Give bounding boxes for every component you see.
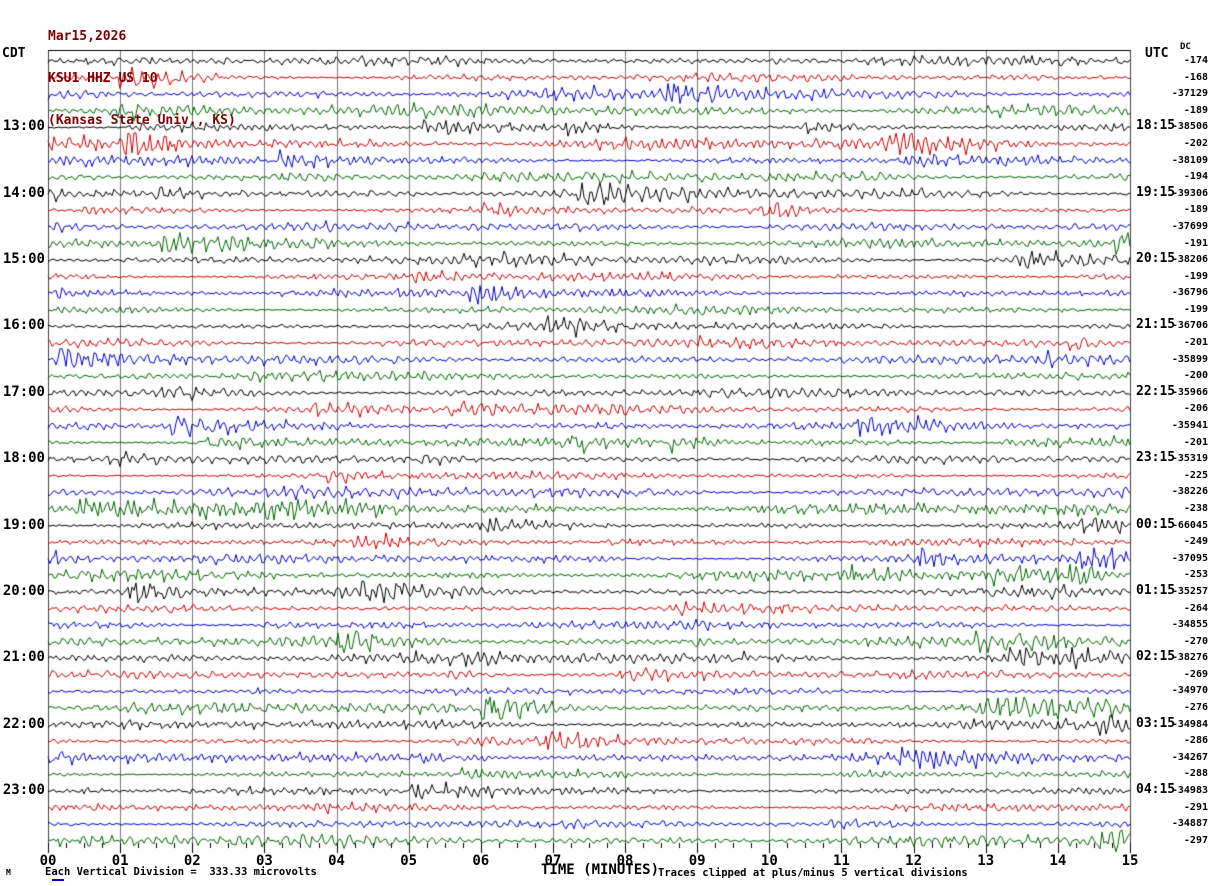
cdt-hour-label: 23:00	[2, 782, 45, 798]
dc-offset-value: -35319	[1171, 453, 1208, 465]
minute-tick-label: 14	[1049, 853, 1067, 869]
dc-offset-value: -264	[1183, 602, 1208, 614]
x-axis-title: TIME (MINUTES)	[540, 862, 660, 878]
dc-offset-value: -66045	[1171, 519, 1208, 531]
dc-offset-value: -199	[1183, 303, 1208, 315]
corner-glyph: M	[6, 868, 11, 877]
dc-offset-value: -38226	[1171, 486, 1208, 498]
dc-offset-value: -189	[1183, 204, 1208, 216]
dc-offset-value: -37129	[1171, 88, 1208, 100]
dc-offset-value: -34267	[1171, 751, 1208, 763]
dc-offset-value: -35899	[1171, 353, 1208, 365]
dc-offset-value: -291	[1183, 801, 1208, 813]
dc-offset-value: -269	[1183, 668, 1208, 680]
cdt-hour-label: 17:00	[2, 383, 45, 400]
dc-offset-value: -34855	[1171, 619, 1208, 631]
dc-offset-value: -35257	[1171, 585, 1208, 597]
trace-clipping-note: Traces clipped at plus/minus 5 vertical …	[658, 867, 968, 879]
minute-tick-label: 13	[977, 853, 995, 869]
station-location: (Kansas State Univ., KS)	[48, 113, 236, 128]
dc-offset-value: -174	[1183, 55, 1208, 66]
dc-offset-value: -253	[1183, 569, 1208, 581]
left-timezone-label: CDT	[2, 46, 26, 61]
dc-offset-value: -38276	[1171, 652, 1208, 664]
dc-offset-value: -194	[1183, 171, 1208, 183]
cdt-hour-label: 22:00	[2, 715, 45, 732]
dc-offset-value: -39306	[1171, 187, 1208, 199]
cdt-hour-label: 18:00	[2, 450, 45, 467]
cdt-hour-label: 19:00	[2, 516, 45, 533]
minute-tick-label: 06	[472, 853, 490, 869]
dc-offset-value: -270	[1183, 635, 1208, 647]
dc-offset-value: -38206	[1171, 254, 1208, 266]
dc-offset-value: -34983	[1171, 785, 1208, 796]
dc-offset-value: -201	[1183, 337, 1208, 349]
dc-offset-value: -202	[1183, 137, 1208, 149]
dc-offset-value: -168	[1183, 71, 1208, 83]
cdt-hour-label: 13:00	[2, 118, 45, 135]
link-underline-mark	[52, 879, 64, 881]
plot-date: Mar15,2026	[48, 29, 127, 44]
vertical-division-scale-note: Each Vertical Division = 333.33 microvol…	[45, 866, 317, 878]
dc-offset-value: -189	[1183, 104, 1208, 116]
dc-offset-value: -238	[1183, 502, 1208, 514]
dc-offset-value: -288	[1183, 768, 1208, 780]
minute-tick-label: 05	[400, 853, 418, 869]
dc-offset-value: -199	[1183, 270, 1208, 282]
cdt-hour-label: 20:00	[2, 582, 45, 599]
station-id: KSU1 HHZ US 10	[48, 71, 158, 86]
dc-offset-value: -38109	[1171, 154, 1208, 166]
plot-title-block: Mar15,2026 KSU1 HHZ US 10 (Kansas State …	[48, 2, 236, 142]
dc-offset-value: -249	[1183, 536, 1208, 548]
dc-offset-value: -37699	[1171, 220, 1208, 232]
dc-offset-value: -206	[1183, 403, 1208, 415]
dc-offset-value: -297	[1183, 834, 1208, 846]
dc-offset-value: -38506	[1171, 121, 1208, 133]
cdt-hour-label: 15:00	[2, 251, 45, 268]
cdt-hour-label: 16:00	[2, 317, 45, 334]
cdt-hour-label: 14:00	[2, 184, 45, 201]
dc-offset-column-label: DC	[1180, 42, 1191, 52]
dc-offset-value: -35941	[1171, 420, 1208, 431]
dc-offset-value: -200	[1183, 370, 1208, 382]
dc-offset-value: -286	[1183, 735, 1208, 747]
dc-offset-value: -34970	[1171, 685, 1208, 697]
minute-tick-label: 15	[1121, 853, 1139, 869]
minute-tick-label: 04	[328, 853, 345, 869]
dc-offset-value: -35966	[1171, 386, 1208, 398]
cdt-hour-label: 21:00	[2, 649, 45, 666]
dc-offset-value: -34887	[1171, 818, 1208, 830]
dc-offset-value: -201	[1183, 436, 1208, 448]
dc-offset-value: -225	[1183, 469, 1208, 481]
dc-offset-value: -34984	[1171, 718, 1208, 730]
dc-offset-value: -276	[1183, 702, 1208, 714]
dc-offset-value: -37095	[1171, 552, 1208, 564]
dc-offset-value: -36796	[1171, 287, 1208, 299]
dc-offset-value: -36706	[1171, 320, 1208, 332]
dc-offset-value: -191	[1183, 237, 1208, 249]
